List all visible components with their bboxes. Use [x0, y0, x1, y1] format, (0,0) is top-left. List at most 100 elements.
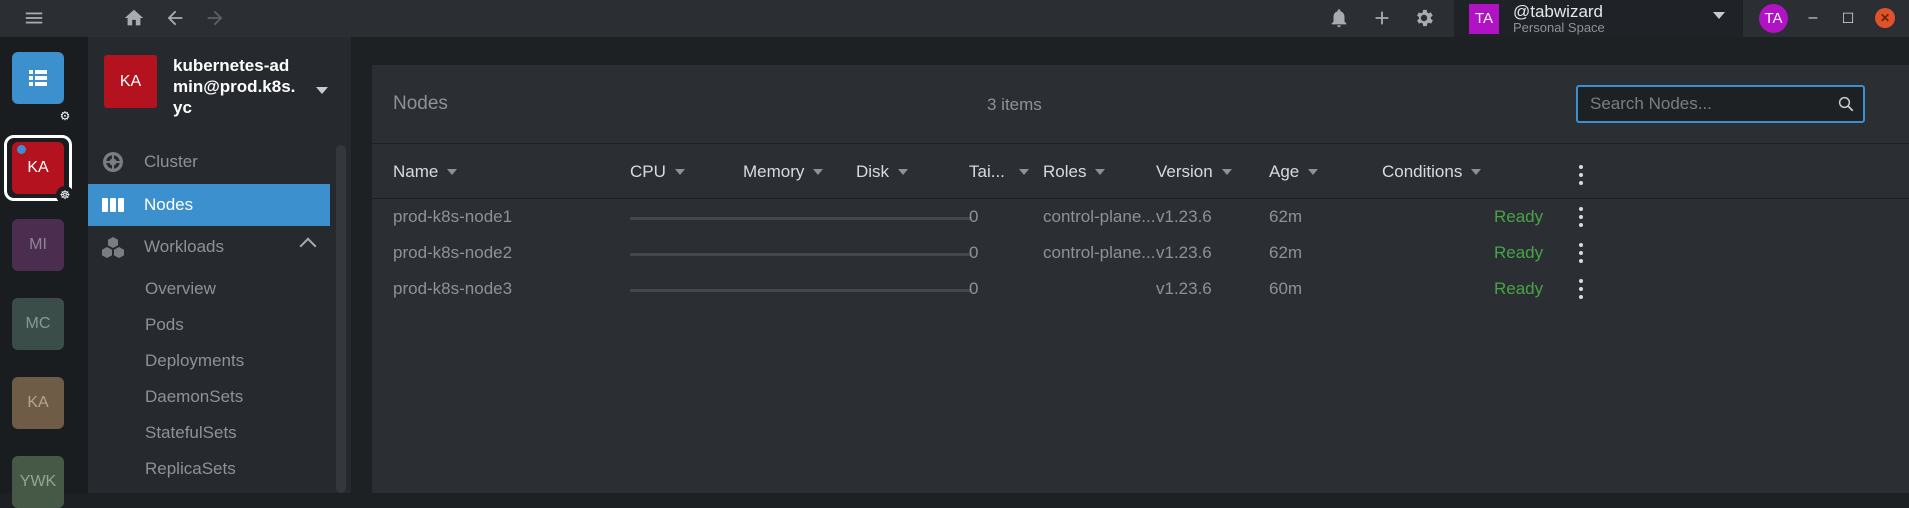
helm-icon: ☸ — [56, 186, 74, 204]
node-version: v1.23.6 — [1156, 207, 1212, 226]
column-header-cpu[interactable]: CPU — [630, 162, 685, 182]
nodes-panel: Nodes 3 items Name CPU Memory Disk Tai..… — [372, 65, 1909, 493]
column-header-version[interactable]: Version — [1156, 162, 1232, 182]
column-header-conditions[interactable]: Conditions — [1382, 162, 1482, 182]
column-header-roles[interactable]: Roles — [1043, 162, 1106, 182]
sidebar-subitem-statefulsets[interactable]: StatefulSets — [145, 423, 237, 443]
sort-icon — [1018, 169, 1029, 175]
sidebar-item-label: Cluster — [144, 152, 198, 171]
space-subtitle: Personal Space — [1513, 19, 1605, 35]
top-bar: TA @tabwizard Personal Space TA – ☐ ✕ — [0, 0, 1909, 37]
column-header-taints[interactable]: Tai... — [969, 162, 1029, 182]
chevron-up-icon — [299, 237, 317, 255]
gear-icon[interactable] — [1412, 6, 1436, 30]
cluster-avatar: KA — [104, 55, 157, 108]
sidebar-item-cluster[interactable]: Cluster — [88, 141, 330, 183]
space-selector[interactable]: TA @tabwizard Personal Space — [1454, 0, 1743, 37]
node-taints: 0 — [969, 279, 979, 298]
search-input[interactable] — [1578, 87, 1818, 121]
row-menu-icon[interactable] — [1579, 243, 1585, 263]
table-row[interactable]: prod-k8s-node1 0 control-plane... v1.23.… — [372, 199, 1909, 235]
search-box — [1576, 85, 1865, 123]
cluster-header[interactable]: KA kubernetes-admin@prod.k8s.yc — [104, 55, 344, 117]
hotbar: ⚙ KA ☸ MI MC KA YWK — [0, 37, 88, 508]
node-age: 60m — [1269, 279, 1303, 298]
disk-usage-bar — [856, 289, 972, 292]
chevron-down-icon — [1713, 12, 1725, 19]
sidebar-subitem-daemonsets[interactable]: DaemonSets — [145, 387, 243, 407]
column-menu-icon[interactable] — [1579, 165, 1585, 185]
hamburger-icon[interactable] — [22, 6, 46, 30]
sidebar-item-label: Nodes — [144, 195, 194, 214]
node-taints: 0 — [969, 243, 979, 262]
sidebar-item-label: Workloads — [144, 237, 224, 256]
nodes-icon — [100, 192, 126, 218]
row-menu-icon[interactable] — [1579, 207, 1585, 227]
catalog-button[interactable] — [12, 52, 64, 104]
node-roles: control-plane... — [1043, 243, 1156, 262]
node-name: prod-k8s-node1 — [393, 207, 513, 226]
memory-usage-bar — [743, 217, 859, 220]
memory-usage-bar — [743, 253, 859, 256]
node-name: prod-k8s-node2 — [393, 243, 513, 262]
arrow-right-icon[interactable] — [203, 6, 227, 30]
chevron-down-icon — [316, 87, 328, 94]
sidebar-scrollbar[interactable] — [336, 145, 346, 493]
sort-icon — [1308, 169, 1319, 175]
sort-icon — [1471, 169, 1482, 175]
user-avatar[interactable]: TA — [1759, 4, 1788, 33]
column-header-disk[interactable]: Disk — [856, 162, 909, 182]
sidebar-subitem-replicasets[interactable]: ReplicaSets — [145, 459, 236, 479]
space-avatar: TA — [1469, 3, 1499, 34]
column-header-age[interactable]: Age — [1269, 162, 1319, 182]
plus-icon[interactable] — [1370, 6, 1394, 30]
node-age: 62m — [1269, 207, 1303, 226]
list-icon — [29, 70, 47, 86]
cubes-icon — [100, 234, 126, 260]
hotbar-cluster-mc[interactable]: MC — [12, 298, 64, 350]
memory-usage-bar — [743, 289, 859, 292]
row-menu-icon[interactable] — [1579, 279, 1585, 299]
column-header-memory[interactable]: Memory — [743, 162, 824, 182]
divider — [372, 143, 1909, 144]
node-roles: control-plane... — [1043, 207, 1156, 226]
node-taints: 0 — [969, 207, 979, 226]
sort-icon — [813, 169, 824, 175]
sidebar-item-workloads[interactable]: Workloads — [88, 226, 330, 268]
cpu-usage-bar — [630, 217, 746, 220]
main-content: Nodes 3 items Name CPU Memory Disk Tai..… — [351, 37, 1909, 493]
home-icon[interactable] — [122, 6, 146, 30]
cluster-name: kubernetes-admin@prod.k8s.yc — [173, 56, 296, 117]
sidebar-subitem-deployments[interactable]: Deployments — [145, 351, 244, 371]
sidebar-subitem-overview[interactable]: Overview — [145, 279, 216, 299]
gear-icon: ⚙ — [56, 107, 74, 125]
node-condition: Ready — [1494, 243, 1544, 262]
table-row[interactable]: prod-k8s-node2 0 control-plane... v1.23.… — [372, 235, 1909, 271]
node-version: v1.23.6 — [1156, 243, 1212, 262]
sidebar: KA kubernetes-admin@prod.k8s.yc Cluster … — [88, 37, 351, 493]
hotbar-cluster-ka-2[interactable]: KA — [12, 377, 64, 429]
cpu-usage-bar — [630, 289, 746, 292]
search-icon[interactable] — [1837, 95, 1855, 113]
node-name: prod-k8s-node3 — [393, 279, 513, 298]
hotbar-cluster-mi[interactable]: MI — [12, 219, 64, 271]
helm-icon — [100, 149, 126, 175]
sidebar-subitem-pods[interactable]: Pods — [145, 315, 184, 335]
disk-usage-bar — [856, 217, 972, 220]
node-condition: Ready — [1494, 207, 1544, 226]
node-version: v1.23.6 — [1156, 279, 1212, 298]
sidebar-item-nodes[interactable]: Nodes — [88, 184, 330, 226]
sort-icon — [1095, 169, 1106, 175]
sort-icon — [674, 169, 685, 175]
bell-icon[interactable] — [1327, 6, 1351, 30]
table-row[interactable]: prod-k8s-node3 0 v1.23.6 60m Ready — [372, 271, 1909, 307]
minimize-icon[interactable]: – — [1803, 8, 1823, 28]
space-name: @tabwizard — [1513, 1, 1604, 21]
hotbar-cluster-ywk[interactable]: YWK — [12, 456, 64, 508]
node-age: 62m — [1269, 243, 1303, 262]
items-count: 3 items — [987, 95, 1042, 114]
arrow-left-icon[interactable] — [163, 6, 187, 30]
column-header-name[interactable]: Name — [393, 162, 458, 182]
close-icon[interactable]: ✕ — [1875, 8, 1895, 28]
maximize-icon[interactable]: ☐ — [1838, 8, 1858, 28]
